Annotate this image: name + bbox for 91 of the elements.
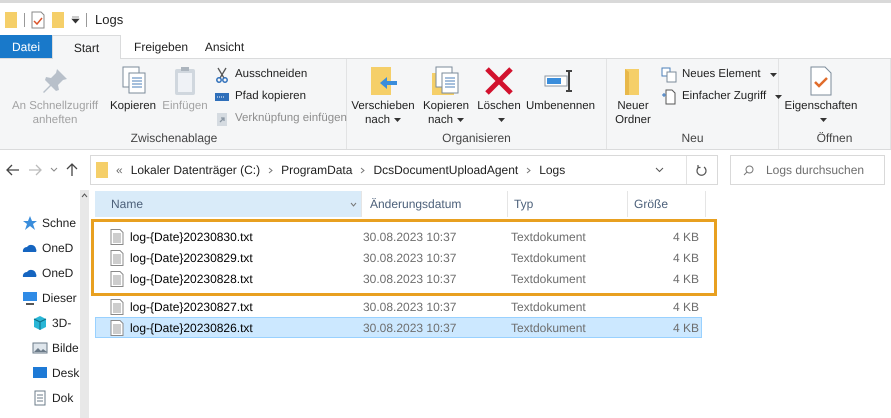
scissors-icon: [214, 66, 230, 82]
file-name: log-{Date}20230829.txt: [130, 250, 253, 266]
ribbon-button[interactable]: Löschen: [475, 63, 523, 129]
ribbon-button[interactable]: Verschieben nach: [349, 63, 417, 129]
refresh-icon[interactable]: [695, 164, 707, 176]
chevron-right-icon: [268, 166, 274, 174]
nav-item[interactable]: Dieser: [22, 285, 80, 310]
nav-item[interactable]: Bilde: [22, 335, 80, 360]
back-arrow-icon[interactable]: [6, 164, 20, 176]
nav-item[interactable]: Schne: [22, 210, 80, 235]
chevron-down-icon[interactable]: [655, 167, 664, 173]
file-row[interactable]: log-{Date}20230829.txt 30.08.2023 10:37 Textdokument 4 KB: [95, 247, 714, 268]
search-icon: [743, 164, 754, 176]
file-name: log-{Date}20230827.txt: [130, 298, 253, 316]
document-icon: [661, 88, 677, 104]
nav-item[interactable]: OneD: [22, 260, 80, 285]
shortcut-icon: [214, 110, 230, 126]
scrollbar[interactable]: [80, 190, 89, 418]
window-title: Logs: [95, 10, 124, 29]
checked-document-icon[interactable]: [31, 10, 45, 28]
chevron-right-icon: [526, 166, 532, 174]
ribbon-tab[interactable]: Datei: [0, 35, 52, 58]
modified-date: 30.08.2023 10:37: [362, 270, 458, 288]
chevron-down-icon: [350, 202, 357, 206]
column-header[interactable]: Größe: [628, 191, 706, 217]
overflow-chevron[interactable]: «: [116, 161, 123, 179]
chevron-down-icon[interactable]: [50, 167, 58, 173]
breadcrumb[interactable]: Lokaler Datenträger (C:): [130, 161, 260, 179]
modified-date: 30.08.2023 10:37: [362, 250, 458, 266]
text-file-icon: [110, 320, 124, 336]
text-file-icon: [110, 250, 124, 266]
ribbon-tab[interactable]: Ansicht: [190, 35, 259, 58]
file-size: 4 KB: [672, 270, 699, 288]
file-name: log-{Date}20230826.txt: [130, 320, 253, 336]
file-type: Textdokument: [510, 298, 587, 316]
file-size: 4 KB: [672, 228, 699, 246]
folder-icon: [96, 161, 108, 179]
nav-item[interactable]: OneD: [22, 235, 80, 260]
breadcrumb[interactable]: ProgramData: [281, 161, 352, 179]
file-type: Textdokument: [510, 228, 587, 246]
ribbon-button[interactable]: Kopieren nach: [419, 63, 473, 129]
file-name: log-{Date}20230828.txt: [130, 270, 253, 288]
breadcrumb[interactable]: DcsDocumentUploadAgent: [373, 161, 518, 179]
file-row[interactable]: log-{Date}20230827.txt 30.08.2023 10:37 Textdokument 4 KB: [95, 296, 702, 317]
file-type: Textdokument: [510, 320, 587, 336]
column-header[interactable]: Name: [95, 191, 362, 217]
modified-date: 30.08.2023 10:37: [362, 320, 458, 336]
column-header[interactable]: Typ: [508, 191, 628, 217]
ribbon-button[interactable]: Umbenennen: [525, 63, 593, 129]
text-file-icon: [110, 298, 124, 314]
ribbon-button[interactable]: Einfacher Zugriff: [661, 87, 782, 106]
file-size: 4 KB: [672, 250, 699, 266]
file-type: Textdokument: [510, 270, 587, 288]
cube-icon: [32, 314, 48, 330]
ribbon-tab[interactable]: Freigeben: [121, 35, 190, 58]
computer-icon: [22, 290, 38, 306]
chevron-up-icon[interactable]: [81, 193, 88, 198]
search-field[interactable]: Logs durchsuchen: [730, 155, 885, 185]
file-row[interactable]: log-{Date}20230830.txt 30.08.2023 10:37 Textdokument 4 KB: [95, 226, 714, 247]
file-size: 4 KB: [672, 320, 699, 336]
ribbon-button[interactable]: Ausschneiden: [214, 65, 347, 84]
text-file-icon: [110, 270, 124, 286]
modified-date: 30.08.2023 10:37: [362, 298, 458, 316]
desktop-icon: [32, 364, 48, 380]
file-name: log-{Date}20230830.txt: [130, 228, 253, 246]
ribbon-button[interactable]: Kopieren: [108, 63, 158, 129]
column-header[interactable]: Änderungsdatum: [362, 191, 508, 217]
ribbon-button[interactable]: Neues Element: [661, 65, 782, 84]
address-bar[interactable]: « Lokaler Datenträger (C:) ProgramData DcsDocumentUploadAgent Logs: [90, 155, 718, 185]
ribbon-button[interactable]: Eigenschaften: [781, 63, 861, 129]
text-file-icon: [110, 228, 124, 244]
document-icon: [32, 390, 48, 406]
nav-item[interactable]: Dok: [22, 385, 80, 410]
up-arrow-icon[interactable]: [66, 163, 78, 177]
delete-icon: [483, 65, 515, 97]
breadcrumb[interactable]: Logs: [539, 161, 566, 179]
nav-item[interactable]: 3D-: [22, 310, 80, 335]
modified-date: 30.08.2023 10:37: [362, 228, 458, 246]
ribbon-tab[interactable]: Start: [52, 35, 121, 59]
file-row[interactable]: log-{Date}20230828.txt 30.08.2023 10:37 Textdokument 4 KB: [95, 268, 714, 289]
ribbon-button[interactable]: Pfad kopieren: [214, 87, 347, 106]
file-row[interactable]: log-{Date}20230826.txt 30.08.2023 10:37 Textdokument 4 KB: [95, 317, 702, 338]
ribbon-button[interactable]: Neuer Ordner: [609, 63, 657, 129]
nav-item[interactable]: Desk: [22, 360, 80, 385]
new-item-icon: [661, 66, 677, 82]
customize-caret-icon[interactable]: [71, 16, 80, 24]
image-icon: [32, 340, 48, 356]
file-type: Textdokument: [510, 250, 587, 266]
star-icon: [22, 214, 38, 230]
chevron-right-icon: [360, 166, 366, 174]
file-size: 4 KB: [672, 298, 699, 316]
